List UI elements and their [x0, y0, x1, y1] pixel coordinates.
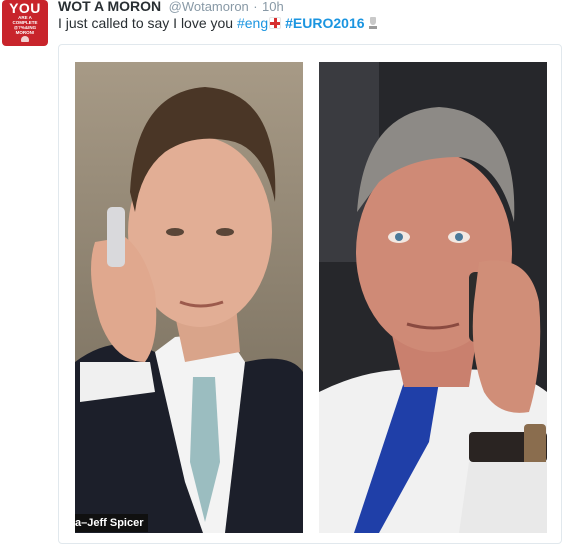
author-handle[interactable]: @Wotamoron: [169, 0, 249, 14]
photo-man-on-phone-right[interactable]: [319, 62, 547, 533]
avatar-figure-icon: [21, 36, 29, 42]
photo-credit: a–Jeff Spicer: [75, 514, 149, 532]
avatar-text-line4: MORON!: [15, 30, 35, 35]
header-separator: ·: [253, 0, 258, 14]
avatar[interactable]: YOU ARE A COMPLETE @?%&ING MORON!: [2, 0, 48, 46]
avatar-text-you: YOU: [9, 0, 41, 16]
photo-man-on-phone-left[interactable]: [75, 62, 303, 533]
hashtag-euro2016[interactable]: #EURO2016: [285, 15, 364, 31]
tweet-text-body: I just called to say I love you: [58, 15, 237, 31]
hashtag-eng[interactable]: #eng: [237, 15, 268, 31]
england-flag-icon: [269, 17, 282, 29]
tweet-text: I just called to say I love you #eng #EU…: [58, 15, 377, 31]
trophy-icon: [368, 16, 377, 30]
tweet-timestamp[interactable]: 10h: [262, 0, 284, 14]
avatar-text-line2: ARE A COMPLETE: [12, 15, 38, 25]
author-name[interactable]: WOT A MORON: [58, 0, 161, 14]
tweet-header: WOT A MORON @Wotamoron · 10h: [58, 0, 284, 14]
